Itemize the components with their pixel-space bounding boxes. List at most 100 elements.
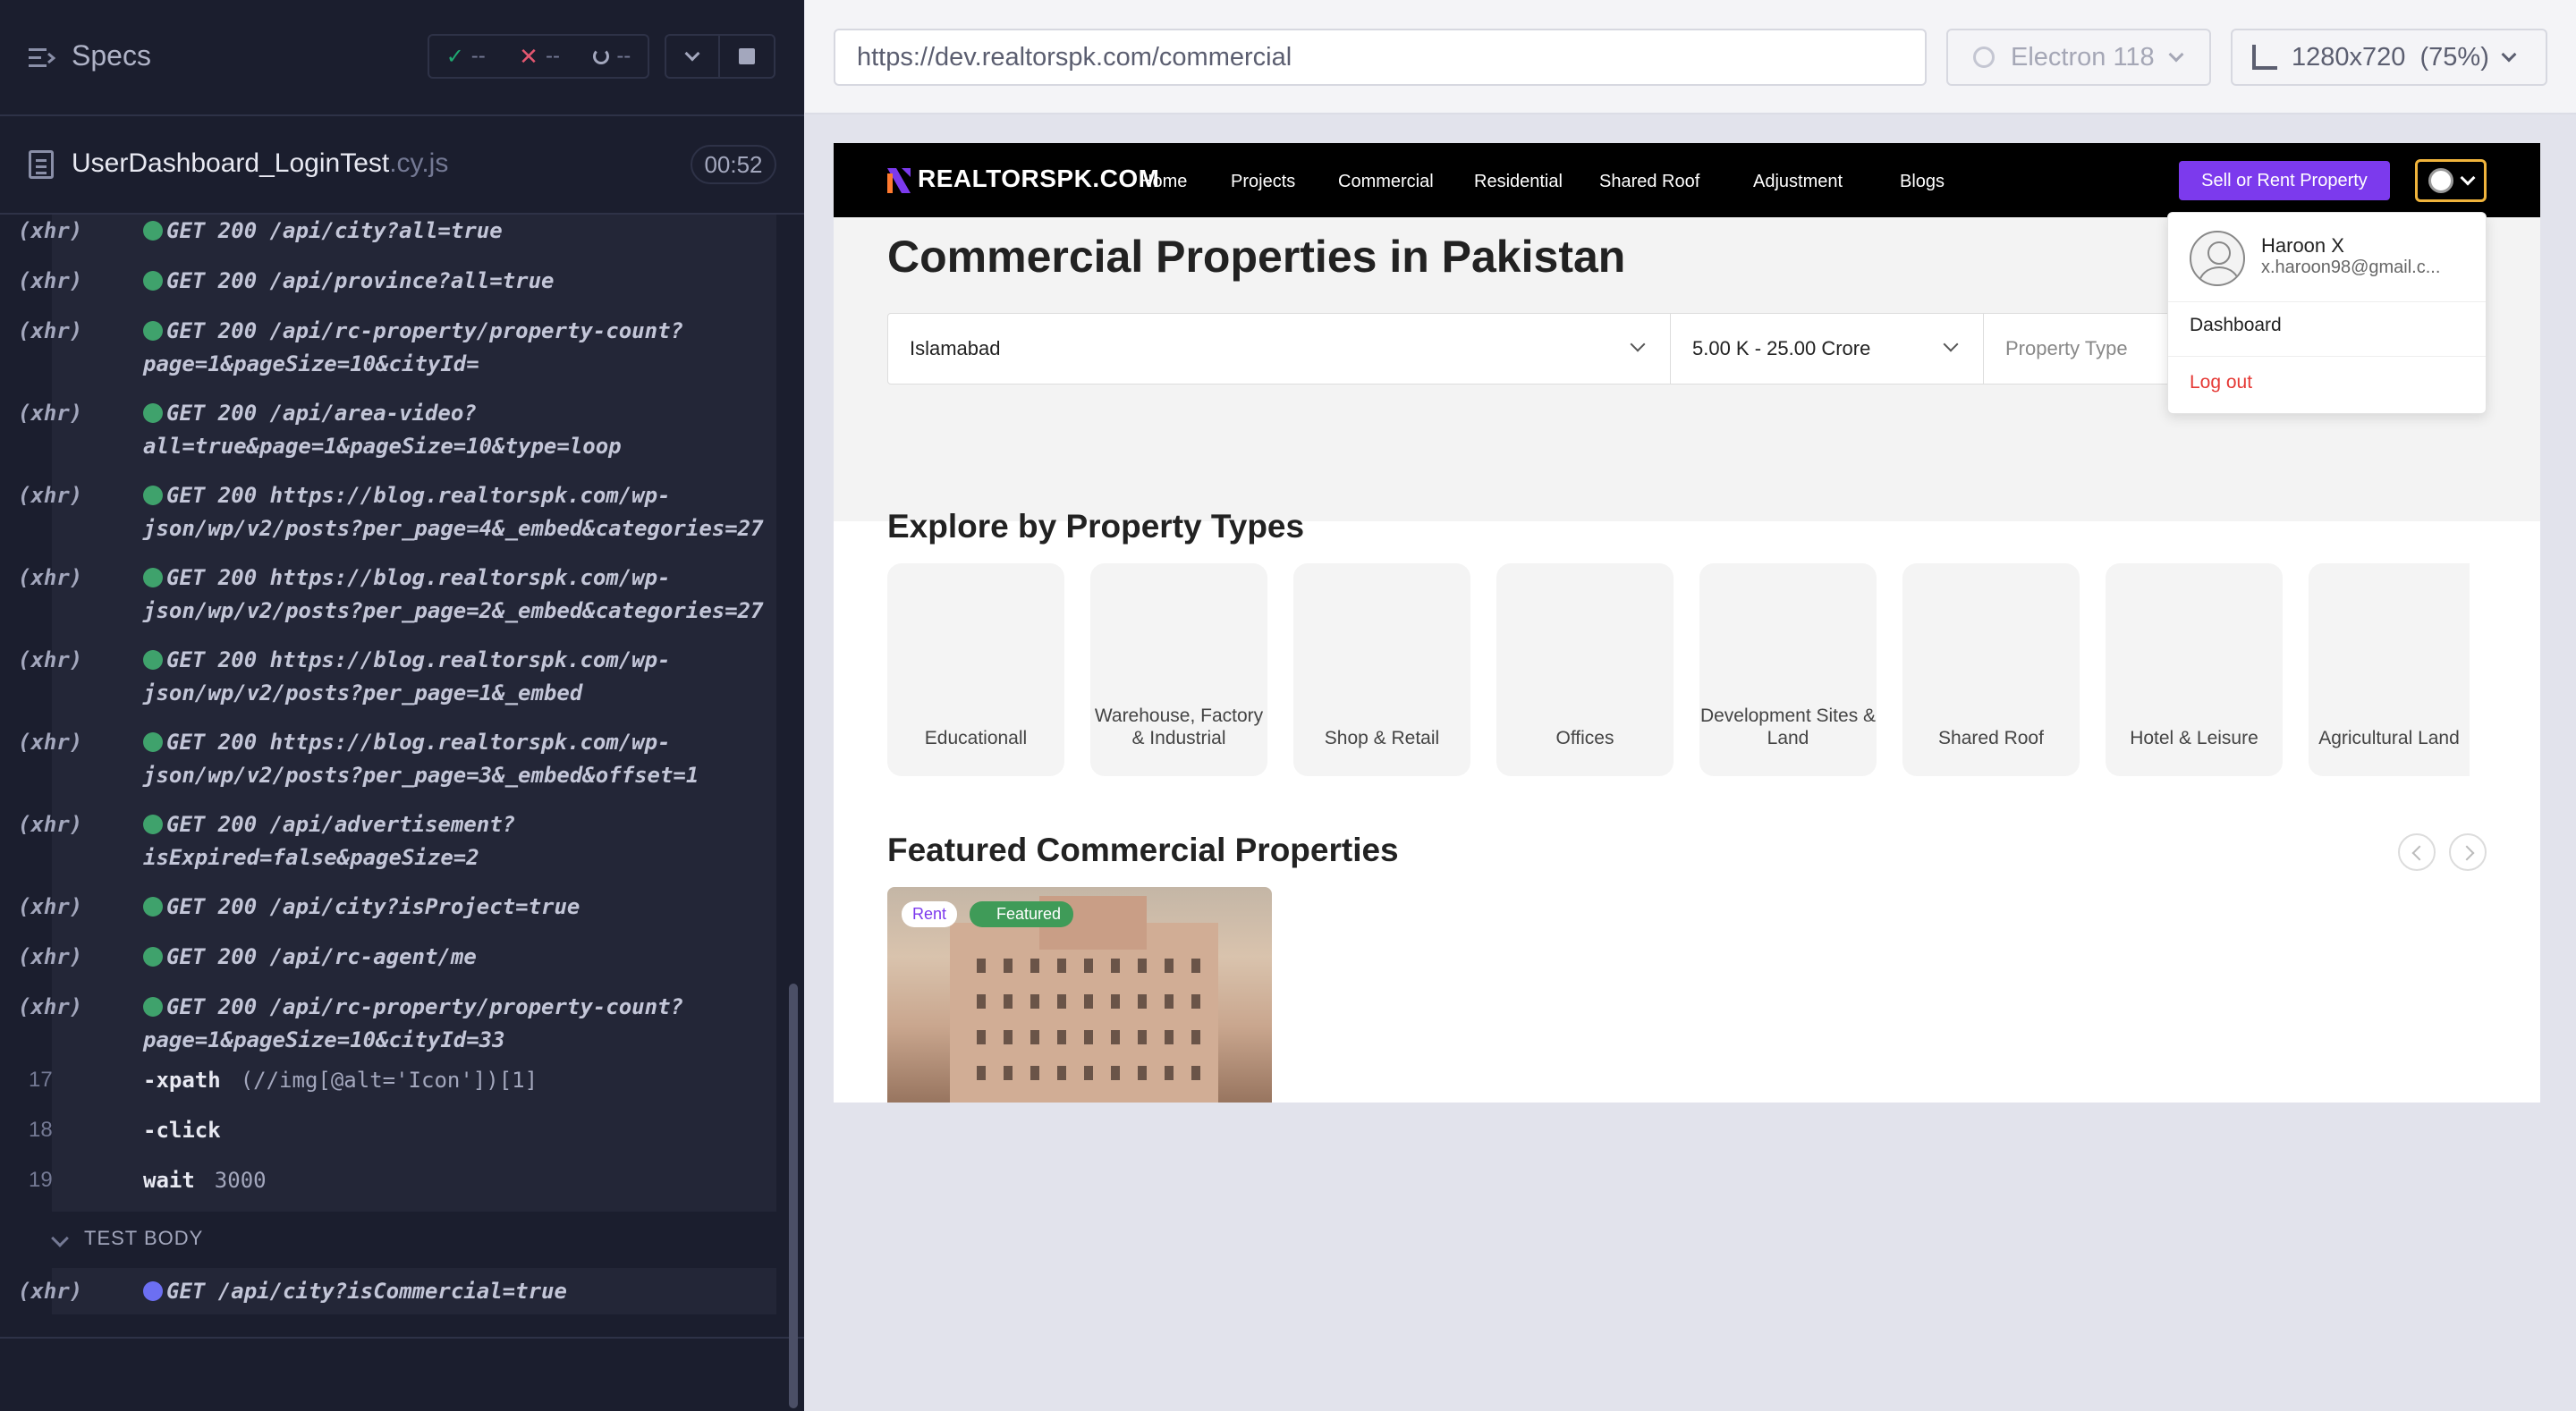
property-type-label: Warehouse, Factory & Industrial — [1094, 706, 1264, 748]
log-tag: (xhr) — [18, 894, 83, 919]
property-type-card[interactable]: Shop & Retail — [1293, 563, 1470, 776]
nav-shared-roof[interactable]: Shared Roof — [1599, 172, 1699, 192]
page-title: Commercial Properties in Pakistan — [887, 232, 1626, 282]
status-dot-icon — [143, 403, 163, 423]
log-tag: (xhr) — [18, 647, 83, 672]
property-type-label: Shared Roof — [1938, 728, 2044, 748]
property-type-card[interactable]: Agricultural Land — [2309, 563, 2470, 776]
runner-footer — [0, 1337, 804, 1411]
spec-filename-base: UserDashboard_LoginTest — [72, 148, 390, 178]
chevron-down-icon — [2501, 46, 2517, 63]
chevron-down-icon — [2168, 46, 2184, 63]
stop-button[interactable] — [720, 34, 775, 79]
status-dot-icon — [143, 486, 163, 505]
property-type-card[interactable]: Development Sites & Land — [1699, 563, 1877, 776]
property-type-label: Offices — [1555, 728, 1614, 748]
log-entry[interactable]: (xhr) GET 200 /api/city?all=true — [18, 215, 787, 248]
log-entry[interactable]: (xhr) GET 200 /api/advertisement?isExpire… — [18, 808, 787, 874]
command-row[interactable]: 17 -xpath (//img[@alt='Icon'])[1] — [0, 1068, 804, 1103]
spec-filename[interactable]: UserDashboard_LoginTest.cy.js — [72, 148, 448, 179]
failed-count: -- — [545, 44, 560, 68]
property-type-card[interactable]: Offices — [1496, 563, 1674, 776]
specs-menu-icon[interactable] — [29, 46, 55, 70]
passed-stat: ✓ -- — [446, 44, 486, 70]
url-bar[interactable]: https://dev.realtorspk.com/commercial — [834, 29, 1927, 86]
spec-filename-ext: .cy.js — [389, 148, 449, 178]
log-entry[interactable]: (xhr) GET 200 /api/city?isProject=true — [18, 891, 787, 924]
command-name: -xpath (//img[@alt='Icon'])[1] — [143, 1068, 538, 1093]
log-entry[interactable]: (xhr) GET 200 /api/rc-property/property-c… — [18, 315, 787, 381]
property-type-label: Shop & Retail — [1324, 728, 1440, 748]
nav-adjustment[interactable]: Adjustment — [1753, 172, 1843, 192]
log-entry[interactable]: (xhr) GET 200 /api/province?all=true — [18, 265, 787, 298]
rent-badge: Rent — [902, 901, 958, 927]
failed-stat: ✕ -- — [519, 43, 560, 71]
expand-all-button[interactable] — [665, 34, 720, 79]
log-entry[interactable]: (xhr) GET 200 https://blog.realtorspk.com… — [18, 644, 787, 710]
featured-title: Featured Commercial Properties — [887, 832, 1399, 868]
command-number: 19 — [29, 1168, 53, 1192]
command-arg: (//img[@alt='Icon'])[1] — [240, 1068, 538, 1093]
test-stats: ✓ -- ✕ -- -- — [428, 34, 649, 79]
nav-residential[interactable]: Residential — [1474, 172, 1563, 192]
city-select[interactable]: Islamabad — [888, 314, 1670, 384]
price-select[interactable]: 5.00 K - 25.00 Crore — [1670, 314, 1983, 384]
log-entry[interactable]: (xhr) GET 200 /api/area-video?all=true&pa… — [18, 397, 787, 463]
nav-home[interactable]: Home — [1140, 172, 1187, 192]
status-dot-icon — [143, 568, 163, 587]
logo-text[interactable]: REALTORSPK.COM — [918, 165, 1159, 193]
status-dot-icon — [143, 221, 163, 241]
property-card[interactable]: Rent Featured — [887, 887, 1272, 1103]
app-under-test: REALTORSPK.COM Home Projects Commercial … — [834, 143, 2540, 1103]
log-entry-pending[interactable]: (xhr) GET /api/city?isCommercial=true — [18, 1275, 787, 1308]
log-tag: (xhr) — [18, 268, 83, 293]
check-icon: ✓ — [445, 44, 464, 69]
property-type-card[interactable]: Educationall — [887, 563, 1064, 776]
nav-commercial[interactable]: Commercial — [1338, 172, 1434, 192]
log-entry[interactable]: (xhr) GET 200 https://blog.realtorspk.com… — [18, 726, 787, 792]
spinner-icon — [593, 48, 610, 64]
command-name: wait 3000 — [143, 1168, 267, 1193]
dashboard-menu-item[interactable]: Dashboard — [2190, 315, 2282, 336]
log-entry[interactable]: (xhr) GET 200 /api/rc-agent/me — [18, 941, 787, 974]
user-dropdown-menu: Haroon X x.haroon98@gmail.c... Dashboard… — [2167, 212, 2487, 414]
property-type-card[interactable]: Shared Roof — [1902, 563, 2080, 776]
user-avatar-icon — [2190, 231, 2245, 286]
log-entry[interactable]: (xhr) GET 200 /api/rc-property/property-c… — [18, 991, 787, 1057]
carousel-next-button[interactable] — [2449, 833, 2487, 871]
command-row[interactable]: 18 -click — [0, 1118, 804, 1153]
user-email: x.haroon98@gmail.c... — [2261, 258, 2441, 277]
nav-projects[interactable]: Projects — [1231, 172, 1295, 192]
log-text: GET 200 /api/city?isProject=true — [166, 894, 580, 919]
property-type-card[interactable]: Warehouse, Factory & Industrial — [1090, 563, 1267, 776]
log-tag: (xhr) — [18, 1279, 83, 1304]
property-type-label: Agricultural Land — [2318, 728, 2460, 748]
property-type-label: Educationall — [924, 728, 1028, 748]
nav-blogs[interactable]: Blogs — [1900, 172, 1945, 192]
log-entry[interactable]: (xhr) GET 200 https://blog.realtorspk.com… — [18, 479, 787, 545]
carousel-prev-button[interactable] — [2398, 833, 2436, 871]
browser-selector[interactable]: Electron 118 — [1946, 29, 2211, 86]
logout-menu-item[interactable]: Log out — [2190, 372, 2252, 393]
chevron-down-icon — [2460, 170, 2476, 186]
sell-or-rent-button[interactable]: Sell or Rent Property — [2179, 161, 2390, 200]
viewport-selector[interactable]: 1280x720 (75%) — [2231, 29, 2547, 86]
test-body-header[interactable]: TEST BODY — [84, 1227, 203, 1250]
command-log-panel: Specs ✓ -- ✕ -- -- UserDashboard_LoginTest… — [0, 0, 804, 1411]
scrollbar[interactable] — [789, 984, 798, 1408]
command-number: 18 — [29, 1118, 53, 1142]
electron-icon — [1973, 46, 1995, 68]
log-tag: (xhr) — [18, 944, 83, 969]
command-number: 17 — [29, 1068, 53, 1092]
logo-icon[interactable] — [887, 168, 911, 193]
property-type-card[interactable]: Hotel & Leisure — [2106, 563, 2283, 776]
price-value: 5.00 K - 25.00 Crore — [1692, 337, 1871, 359]
avatar-icon — [2428, 168, 2453, 193]
specs-title[interactable]: Specs — [72, 39, 151, 72]
status-dot-icon — [143, 897, 163, 917]
command-row[interactable]: 19 wait 3000 — [0, 1168, 804, 1204]
user-menu-button[interactable] — [2415, 159, 2487, 202]
city-value: Islamabad — [910, 337, 1001, 359]
property-type-label: Development Sites & Land — [1699, 706, 1877, 748]
log-entry[interactable]: (xhr) GET 200 https://blog.realtorspk.com… — [18, 562, 787, 628]
